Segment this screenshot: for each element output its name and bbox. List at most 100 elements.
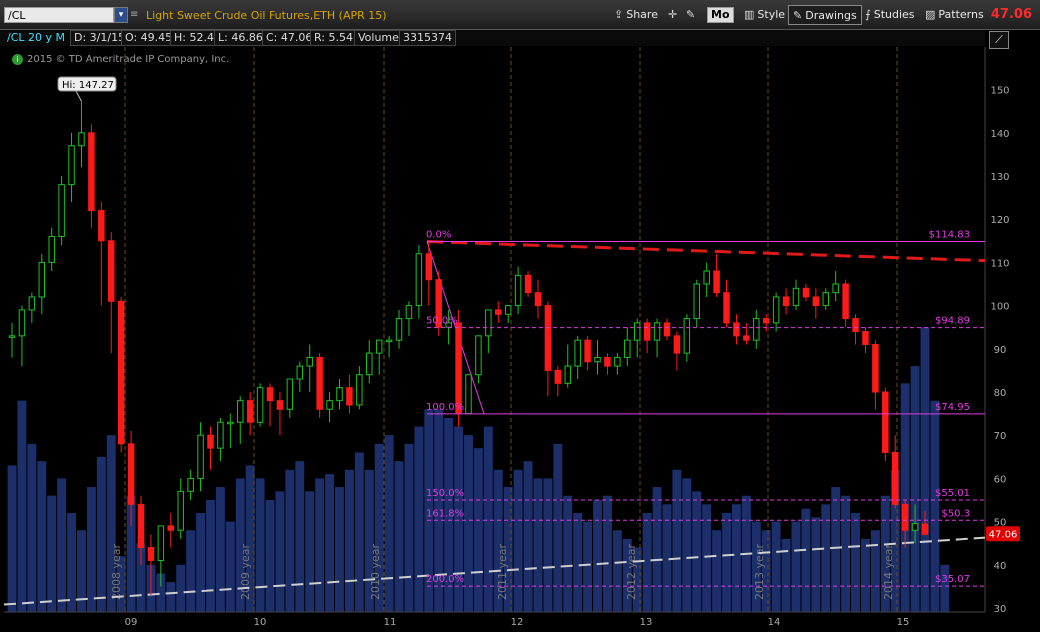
- volume-bar: [27, 443, 37, 612]
- style-icon: ▥: [744, 8, 755, 21]
- candle-body: [306, 356, 313, 367]
- copyright-text: 2015 © TD Ameritrade IP Company, Inc.: [27, 54, 230, 65]
- symbol-menu-icon[interactable]: ≡: [130, 8, 142, 22]
- volume-bar: [632, 547, 642, 612]
- candle-body: [137, 503, 145, 549]
- fib-price-label: $114.83: [929, 230, 970, 241]
- volume-bar: [335, 487, 344, 612]
- candle-body: [68, 145, 75, 186]
- volume-bar: [583, 521, 593, 612]
- volume-bar: [86, 487, 96, 612]
- x-tick-label: 14: [768, 617, 781, 628]
- candle-body: [217, 421, 224, 449]
- volume-bar: [315, 478, 325, 612]
- open-value: O: 49.45: [121, 30, 177, 46]
- volume-bar: [712, 530, 722, 612]
- period-label: /CL 20 y M: [7, 31, 66, 44]
- year-label: 2008 year: [110, 543, 123, 600]
- candle-body: [58, 184, 65, 237]
- y-tick-label: 90: [994, 345, 1007, 356]
- volume-bar: [454, 426, 464, 612]
- volume-bar: [890, 469, 900, 612]
- candle-body: [852, 318, 859, 333]
- share-button[interactable]: ⇪ Share: [610, 5, 662, 25]
- price-chart[interactable]: 2008 year 2009 year 2010 year 2011 year 2012…: [0, 0, 1040, 632]
- tools-button[interactable]: ✎: [682, 5, 702, 25]
- candle-body: [8, 335, 16, 338]
- candle-body: [246, 400, 254, 423]
- candle-body: [822, 292, 829, 307]
- support-trendline: [3, 536, 986, 606]
- y-tick-label: 50: [994, 518, 1007, 529]
- volume-bar: [811, 517, 821, 612]
- x-tick-label: 12: [511, 617, 524, 628]
- copyright-notice: i 2015 © TD Ameritrade IP Company, Inc.: [12, 54, 229, 65]
- symbol-dropdown-button[interactable]: ▾: [114, 7, 128, 23]
- volume-bar: [196, 512, 206, 612]
- share-icon: ⇪: [614, 8, 624, 21]
- candle-body: [167, 525, 175, 531]
- candle-body: [336, 387, 343, 402]
- candle-body: [495, 309, 502, 315]
- volume-bar: [672, 469, 682, 612]
- candle-body: [921, 523, 929, 535]
- candle-body: [326, 400, 333, 410]
- volume-bar: [612, 530, 622, 612]
- volume-bar: [692, 491, 702, 612]
- candle-body: [842, 283, 849, 320]
- current-price-label: 47.06: [989, 529, 1018, 540]
- candle-body: [78, 132, 85, 147]
- drawing-tool-icon[interactable]: ⟋: [989, 31, 1009, 49]
- volume-bar: [751, 521, 761, 612]
- candle-body: [693, 283, 700, 320]
- volume-bar: [593, 500, 602, 612]
- patterns-button[interactable]: ▨ Patterns: [921, 5, 988, 25]
- fib-price-label: $35.07: [935, 574, 970, 585]
- volume-bar: [414, 426, 424, 612]
- candle-body: [832, 283, 839, 294]
- volume-bar: [215, 487, 225, 612]
- drawings-button[interactable]: ✎ Drawings: [788, 5, 862, 25]
- candle-body: [385, 339, 393, 343]
- wrench-icon: ✎: [686, 8, 696, 21]
- y-tick-label: 40: [994, 561, 1007, 572]
- volume-bar: [37, 461, 47, 612]
- candle-body: [901, 503, 909, 531]
- studies-button[interactable]: ⨍ Studies: [861, 5, 919, 25]
- volume-bar: [106, 435, 116, 612]
- volume-bar: [602, 495, 612, 612]
- fib-level-label: 200.0%: [426, 574, 464, 585]
- crosshair-icon: ✛: [668, 8, 678, 21]
- volume-bar: [285, 469, 295, 612]
- candlesticks: Hi: 147.27: [8, 76, 929, 596]
- candle-body: [455, 322, 462, 415]
- candle-body: [435, 279, 442, 328]
- studies-label: Studies: [873, 8, 915, 21]
- candle-body: [663, 322, 671, 337]
- volume-bar: [434, 409, 444, 612]
- volume-bar: [841, 495, 851, 612]
- style-button[interactable]: ▥ Style: [740, 5, 789, 25]
- volume-bar: [116, 556, 126, 612]
- year-label: 2014 year: [882, 543, 895, 600]
- year-label: 2013 year: [753, 543, 766, 600]
- volume-bar: [652, 487, 662, 612]
- volume-bar: [404, 443, 414, 612]
- candle-body: [584, 339, 591, 363]
- volume-bar: [880, 495, 890, 612]
- candle-body: [882, 391, 889, 453]
- volume-bar: [17, 400, 27, 612]
- candle-body: [127, 443, 135, 505]
- volume-bar: [722, 512, 731, 612]
- aggregation-button[interactable]: Mo: [703, 5, 738, 25]
- volume-bar: [761, 530, 771, 612]
- year-label: 2009 year: [239, 543, 252, 600]
- candle-body: [88, 132, 95, 212]
- candle-body: [564, 365, 571, 384]
- symbol-input[interactable]: /CL: [4, 7, 114, 23]
- candle-body: [475, 335, 482, 376]
- volume-bar: [206, 500, 215, 612]
- y-tick-label: 150: [990, 86, 1009, 97]
- volume-bar: [702, 504, 712, 612]
- candle-body: [872, 343, 879, 393]
